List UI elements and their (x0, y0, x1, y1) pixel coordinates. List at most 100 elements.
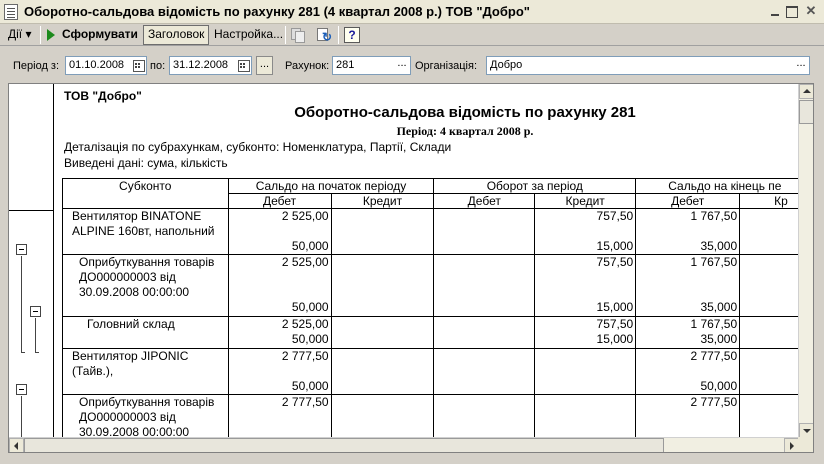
organization-select-button[interactable]: ... (794, 58, 808, 73)
gutter-header-area (9, 84, 54, 211)
cell-quantity: 15,000 (596, 239, 634, 253)
generate-button[interactable]: Сформувати (44, 25, 142, 45)
cell: 2 777,50 (227, 394, 332, 438)
period-select-button[interactable]: ... (256, 56, 273, 75)
report-document: ТОВ "Добро" Оборотно-сальдова відомість … (8, 83, 814, 453)
cell-value: 2 525,00 (281, 255, 329, 270)
organization-name: ТОВ "Добро" (64, 89, 142, 103)
period-to-input[interactable]: 31.12.2008 (169, 56, 252, 75)
table-row[interactable]: Вентилятор BINATONE ALPINE 160вт, наполь… (62, 208, 800, 255)
column-header: Кредит (330, 193, 435, 209)
report-detail: Деталізація по субрахункам, субконто: Но… (64, 140, 452, 154)
cell: 2 525,00 50,000 (227, 208, 332, 255)
generate-label: Сформувати (62, 27, 138, 41)
table-row[interactable]: Головний склад 2 525,00 50,000 757,50 15,0… (62, 316, 800, 349)
cell-quantity: 15,000 (596, 300, 634, 314)
cell-value: 2 777,50 (281, 349, 329, 364)
settings-button[interactable]: Настройка... (210, 25, 287, 45)
collapse-icon[interactable] (16, 244, 27, 255)
table-row[interactable]: Оприбуткування товарів ДО000000003 від 3… (62, 394, 800, 438)
organization-label: Організація: (415, 60, 477, 72)
calendar-icon[interactable] (236, 58, 250, 73)
period-to-label: по: (150, 60, 166, 72)
refresh-icon[interactable] (316, 27, 332, 44)
cell-quantity: 50,000 (700, 379, 738, 393)
document-icon (4, 4, 18, 20)
horizontal-scrollbar[interactable] (9, 437, 799, 452)
cell-value: 2 777,50 (690, 349, 738, 364)
toolbar-separator (285, 26, 286, 44)
cell-value: 2 525,00 (281, 209, 329, 224)
cell-value: 1 767,50 (690, 209, 738, 224)
table-row[interactable]: Вентилятор JIPONIC (Тайв.), 2 777,50 50,0… (62, 348, 800, 395)
column-header: Кредит (534, 193, 637, 209)
report-data-info: Виведені дані: сума, кількість (64, 156, 228, 170)
organization-value: Добро (490, 59, 523, 71)
cell-value: 1 767,50 (690, 317, 738, 332)
account-select-button[interactable]: ... (395, 58, 409, 73)
cell (330, 394, 435, 438)
cell (534, 394, 637, 438)
collapse-icon[interactable] (30, 306, 41, 317)
scroll-thumb[interactable] (24, 438, 664, 452)
cell: 2 777,50 (635, 394, 741, 438)
cell (433, 394, 536, 438)
scroll-right-icon[interactable] (784, 438, 799, 452)
period-to-value: 31.12.2008 (173, 59, 229, 71)
maximize-button[interactable] (784, 4, 800, 19)
table-row[interactable]: Оприбуткування товарів ДО000000003 від 3… (62, 254, 800, 317)
organization-input[interactable]: Добро... (486, 56, 810, 75)
copy-icon[interactable] (290, 27, 306, 43)
grouping-gutter (9, 84, 54, 438)
cell: 757,50 15,000 (534, 254, 637, 317)
row-label: Вентилятор JIPONIC (Тайв.), (62, 348, 229, 395)
tree-line (21, 396, 22, 438)
calendar-icon[interactable] (131, 58, 145, 73)
column-header: Дебет (433, 193, 536, 209)
account-input[interactable]: 281... (332, 56, 411, 75)
cell-value: 757,50 (596, 255, 634, 270)
cell: 757,50 15,000 (534, 316, 637, 349)
scroll-thumb[interactable] (799, 100, 813, 124)
cell-quantity: 35,000 (700, 239, 738, 253)
cell: 2 777,50 50,000 (635, 348, 741, 395)
report-table: Субконто Сальдо на початок періоду Оборо… (62, 178, 800, 438)
scroll-down-icon[interactable] (799, 423, 813, 438)
title-bar: Оборотно-сальдова відомість по рахунку 2… (0, 0, 824, 24)
cell-quantity: 35,000 (700, 332, 738, 346)
collapse-icon[interactable] (16, 384, 27, 395)
row-label: Оприбуткування товарів ДО000000003 від 3… (62, 254, 229, 317)
scroll-corner (798, 437, 813, 452)
help-icon[interactable]: ? (344, 27, 360, 43)
actions-menu-button[interactable]: Дії ▾ (4, 25, 36, 45)
column-header: Сальдо на початок періоду (227, 178, 435, 194)
cell (433, 254, 536, 317)
cell (330, 208, 435, 255)
scroll-up-icon[interactable] (799, 84, 813, 99)
cell-quantity: 50,000 (291, 332, 329, 346)
vertical-scrollbar[interactable] (798, 84, 813, 438)
actions-label: Дії (8, 27, 23, 41)
cell (739, 348, 800, 395)
period-from-input[interactable]: 01.10.2008 (65, 56, 147, 75)
cell: 2 525,00 50,000 (227, 316, 332, 349)
cell-value: 2 777,50 (281, 395, 329, 410)
column-header: Дебет (227, 193, 332, 209)
cell: 1 767,50 35,000 (635, 208, 741, 255)
period-from-label: Період з: (13, 60, 60, 72)
column-header: Оборот за період (433, 178, 637, 194)
row-label: Вентилятор BINATONE ALPINE 160вт, наполь… (62, 208, 229, 255)
cell: 2 525,00 50,000 (227, 254, 332, 317)
cell-quantity: 50,000 (291, 379, 329, 393)
close-button[interactable]: ✕ (803, 4, 819, 19)
cell (739, 394, 800, 438)
minimize-button[interactable] (768, 4, 784, 19)
header-toggle-button[interactable]: Заголовок (143, 25, 210, 45)
cell: 1 767,50 35,000 (635, 254, 741, 317)
row-label: Головний склад (62, 316, 229, 349)
cell (739, 316, 800, 349)
cell (534, 348, 637, 395)
row-label: Оприбуткування товарів ДО000000003 від 3… (62, 394, 229, 438)
cell-quantity: 35,000 (700, 300, 738, 314)
scroll-left-icon[interactable] (9, 438, 24, 452)
